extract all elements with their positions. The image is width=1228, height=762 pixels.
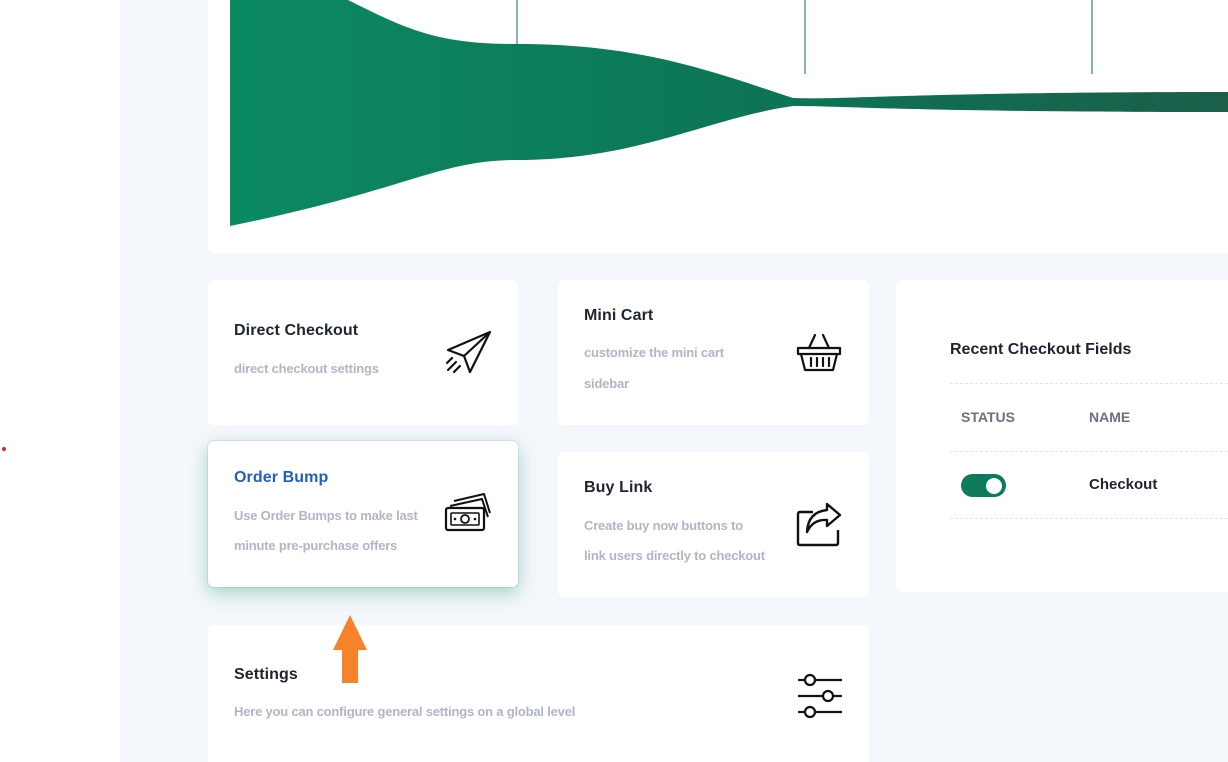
cursor-dot [2,447,6,451]
recent-checkout-fields-panel: Recent Checkout Fields STATUS NAME Check… [896,280,1228,592]
card-description: Here you can configure general settings … [234,704,576,719]
column-header-name: NAME [1089,409,1131,425]
status-toggle[interactable] [961,474,1006,497]
card-title: Mini Cart [584,307,654,324]
card-title: Direct Checkout [234,322,359,339]
toggle-knob [986,477,1002,494]
card-description: direct checkout settings [234,361,379,376]
settings-card[interactable]: Settings Here you can configure general … [208,625,869,762]
card-description-line-2: link users directly to checkout [584,548,765,563]
basket-icon [796,333,842,372]
card-description-line-1: Create buy now buttons to [584,518,743,533]
card-title: Buy Link [584,479,653,496]
divider [950,451,1228,452]
funnel-chart-card [208,0,1228,253]
funnel-chart [230,0,1228,226]
card-title: Settings [234,666,298,683]
buy-link-card[interactable]: Buy Link Create buy now buttons to link … [558,452,869,597]
divider [950,518,1228,519]
funnel-area [230,0,1228,226]
card-description-line-1: customize the mini cart [584,345,724,360]
panel-title: Recent Checkout Fields [950,341,1132,358]
direct-checkout-card[interactable]: Direct Checkout direct checkout settings [208,280,518,425]
column-header-status: STATUS [961,409,1015,425]
card-description-line-2: sidebar [584,376,629,391]
order-bump-card[interactable]: Order Bump Use Order Bumps to make last … [208,441,518,587]
money-icon [444,493,491,532]
page: Direct Checkout direct checkout settings… [0,0,1228,762]
card-description-line-1: Use Order Bumps to make last [234,508,418,523]
sliders-icon [798,673,842,719]
arrow-up-icon [333,615,367,683]
divider [950,383,1228,384]
share-icon [796,502,842,547]
paper-plane-icon [445,330,492,374]
card-title: Order Bump [234,469,329,486]
mini-cart-card[interactable]: Mini Cart customize the mini cart sideba… [558,280,869,425]
card-description-line-2: minute pre-purchase offers [234,538,398,553]
field-name[interactable]: Checkout [1089,476,1157,493]
